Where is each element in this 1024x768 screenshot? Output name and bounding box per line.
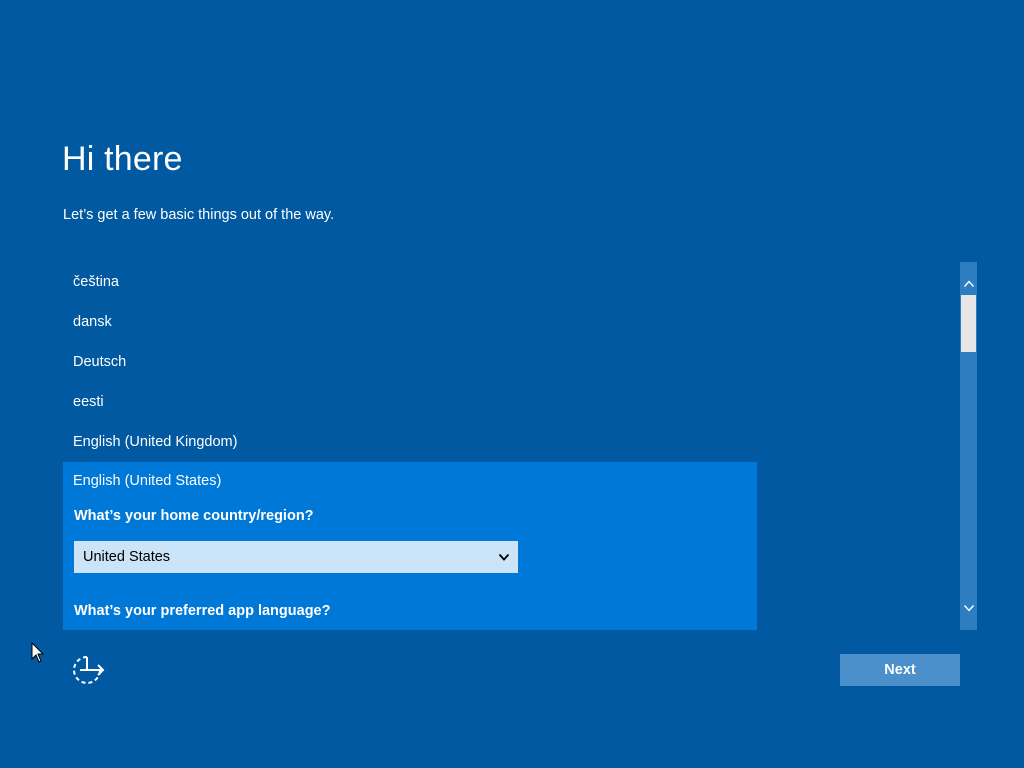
chevron-down-icon (498, 553, 510, 561)
country-select-value: United States (83, 549, 171, 565)
page-title: Hi there (62, 140, 183, 178)
list-item-label: English (United Kingdom) (73, 434, 238, 450)
list-item-label: eesti (73, 394, 104, 410)
list-item-selected[interactable]: English (United States) What’s your home… (63, 462, 757, 630)
chevron-down-icon (963, 605, 974, 612)
vertical-scrollbar[interactable] (960, 262, 977, 630)
language-list[interactable]: čeština dansk Deutsch eesti English (Uni… (63, 262, 757, 630)
app-language-question: What’s your preferred app language? (74, 603, 331, 619)
list-item-label: Deutsch (73, 354, 127, 370)
ease-of-access-icon[interactable] (70, 654, 106, 688)
scroll-up-button[interactable] (960, 274, 977, 294)
list-item-label: čeština (73, 274, 119, 290)
list-item[interactable]: Deutsch (63, 342, 757, 382)
oobe-screen: Hi there Let’s get a few basic things ou… (0, 0, 1024, 768)
next-button[interactable]: Next (840, 654, 960, 686)
scroll-down-button[interactable] (960, 598, 977, 618)
list-item[interactable]: čeština (63, 262, 757, 302)
list-item[interactable]: dansk (63, 302, 757, 342)
chevron-up-icon (963, 280, 974, 287)
list-item-label: dansk (73, 314, 112, 330)
mouse-pointer-icon (31, 642, 45, 663)
country-select[interactable]: United States (74, 541, 518, 573)
scrollbar-thumb[interactable] (961, 295, 976, 352)
list-item[interactable]: eesti (63, 382, 757, 422)
country-question: What’s your home country/region? (74, 508, 314, 524)
selected-language-label: English (United States) (73, 473, 222, 489)
list-item[interactable]: English (United Kingdom) (63, 422, 757, 462)
page-subtitle: Let’s get a few basic things out of the … (63, 207, 335, 223)
